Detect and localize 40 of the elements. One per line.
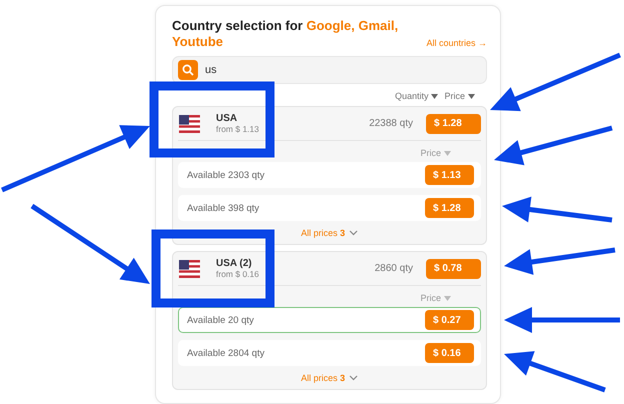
from-price: from $ 0.16 <box>216 269 260 279</box>
panel-title: Country selection for Google, Gmail, Youtube <box>172 18 400 50</box>
caret-icon <box>444 296 451 300</box>
price-button[interactable]: $ 1.28 <box>425 198 474 218</box>
caret-icon <box>468 94 475 98</box>
flag-icon <box>179 114 200 132</box>
caret-icon <box>444 150 451 156</box>
price-button[interactable]: $ 0.78 <box>426 258 481 278</box>
sort-header[interactable]: Price <box>444 91 475 101</box>
price-button[interactable]: $ 0.16 <box>425 343 474 363</box>
price-header[interactable]: Price <box>420 293 451 303</box>
search-button[interactable] <box>178 60 198 80</box>
search-field[interactable]: us <box>172 56 487 84</box>
offer-row[interactable]: Available 398 qty $ 1.28 <box>178 195 481 221</box>
caret-icon <box>431 94 438 98</box>
chevron-down-icon <box>349 230 358 236</box>
quantity-text: 2860 qty <box>374 263 413 274</box>
offer-text: Available 2804 qty <box>187 348 264 358</box>
offer-text: Available 20 qty <box>187 314 254 326</box>
offer-row[interactable]: Available 2804 qty $ 0.16 <box>178 340 481 366</box>
offer-row[interactable]: Available 20 qty $ 0.27 <box>178 307 481 333</box>
all-prices-link[interactable]: All prices 3 <box>300 228 358 238</box>
search-icon <box>182 64 194 76</box>
price-button[interactable]: $ 1.13 <box>425 165 474 185</box>
search-input[interactable]: us <box>205 64 405 76</box>
chevron-down-icon <box>349 375 358 381</box>
offer-row[interactable]: Available 2303 qty $ 1.13 <box>178 162 481 188</box>
country-name: USA (2) <box>216 258 253 269</box>
offer-text: Available 398 qty <box>187 202 260 214</box>
all-countries-link[interactable]: All countries → <box>426 38 487 48</box>
quantity-text: 22388 qty <box>369 118 413 129</box>
price-header[interactable]: Price <box>420 148 451 158</box>
country-name: USA <box>216 113 238 124</box>
price-button[interactable]: $ 1.28 <box>426 114 481 134</box>
sort-header[interactable]: Quantity <box>394 91 438 101</box>
from-price: from $ 1.13 <box>216 124 260 134</box>
all-prices-link[interactable]: All prices 3 <box>300 373 358 383</box>
flag-icon <box>179 260 200 278</box>
offer-text: Available 2303 qty <box>187 170 264 180</box>
price-button[interactable]: $ 0.27 <box>425 310 474 330</box>
